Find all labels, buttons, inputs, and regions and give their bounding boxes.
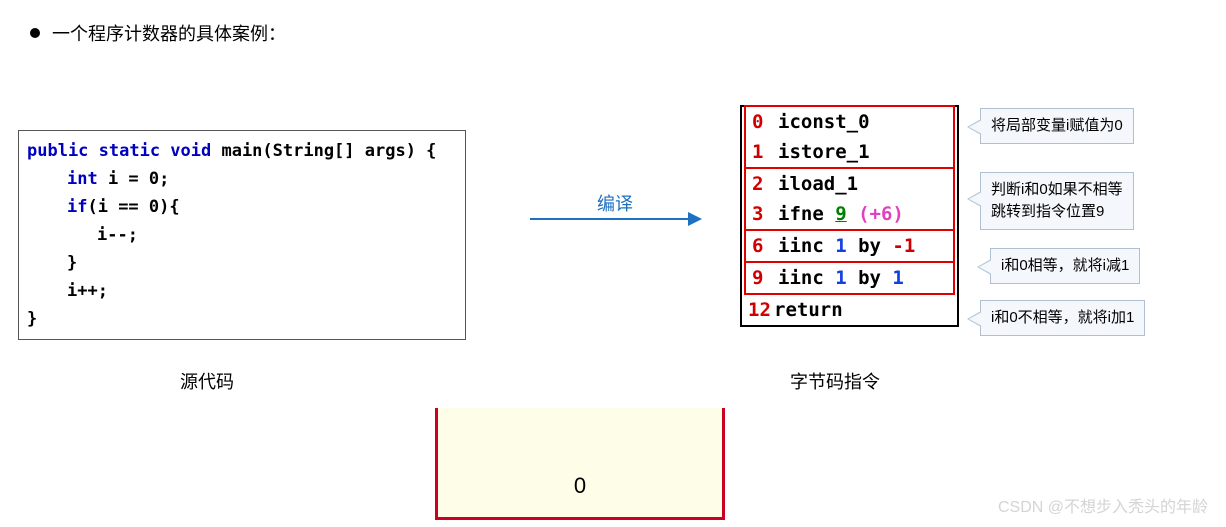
bytecode-row: 3ifne 9 (+6) <box>746 199 953 229</box>
keyword: if <box>67 197 87 217</box>
source-caption: 源代码 <box>180 368 234 394</box>
bytecode-group: 6iinc 1 by -1 <box>744 229 955 263</box>
src-line: } <box>27 305 457 333</box>
callout: 判断i和0如果不相等跳转到指令位置9 <box>980 172 1134 230</box>
src-line: } <box>27 249 457 277</box>
bytecode-group: 0iconst_0 1istore_1 <box>744 105 955 169</box>
src-line: int i = 0; <box>27 165 457 193</box>
keyword: public static void <box>27 141 211 161</box>
bytecode-row: 1istore_1 <box>746 137 953 167</box>
bullet-icon <box>30 28 40 38</box>
arrow-label: 编译 <box>530 190 700 216</box>
title-text: 一个程序计数器的具体案例： <box>52 20 286 46</box>
stack-box: 0 <box>435 408 725 520</box>
bytecode-caption: 字节码指令 <box>790 368 880 394</box>
src-line: if(i == 0){ <box>27 193 457 221</box>
page-title: 一个程序计数器的具体案例： <box>30 20 286 46</box>
src-line: i--; <box>27 221 457 249</box>
bytecode-row: 12return <box>742 295 957 325</box>
callout: i和0相等，就将i减1 <box>990 248 1140 284</box>
bytecode-group: 2iload_1 3ifne 9 (+6) <box>744 167 955 231</box>
bytecode-box: 0iconst_0 1istore_1 2iload_1 3ifne 9 (+6… <box>740 105 959 327</box>
compile-arrow: 编译 <box>530 190 700 220</box>
callout: 将局部变量i赋值为0 <box>980 108 1134 144</box>
bytecode-group: 9iinc 1 by 1 <box>744 261 955 295</box>
watermark: CSDN @不想步入秃头的年龄 <box>998 493 1208 517</box>
bytecode-row: 9iinc 1 by 1 <box>746 263 953 293</box>
src-line: public static void main(String[] args) { <box>27 137 457 165</box>
stack-value: 0 <box>574 473 586 499</box>
callout: i和0不相等，就将i加1 <box>980 300 1145 336</box>
arrow-icon <box>530 218 700 220</box>
bytecode-row: 2iload_1 <box>746 169 953 199</box>
source-code-box: public static void main(String[] args) {… <box>18 130 466 340</box>
bytecode-row: 6iinc 1 by -1 <box>746 231 953 261</box>
src-line: i++; <box>27 277 457 305</box>
keyword: int <box>67 169 98 189</box>
bytecode-row: 0iconst_0 <box>746 107 953 137</box>
